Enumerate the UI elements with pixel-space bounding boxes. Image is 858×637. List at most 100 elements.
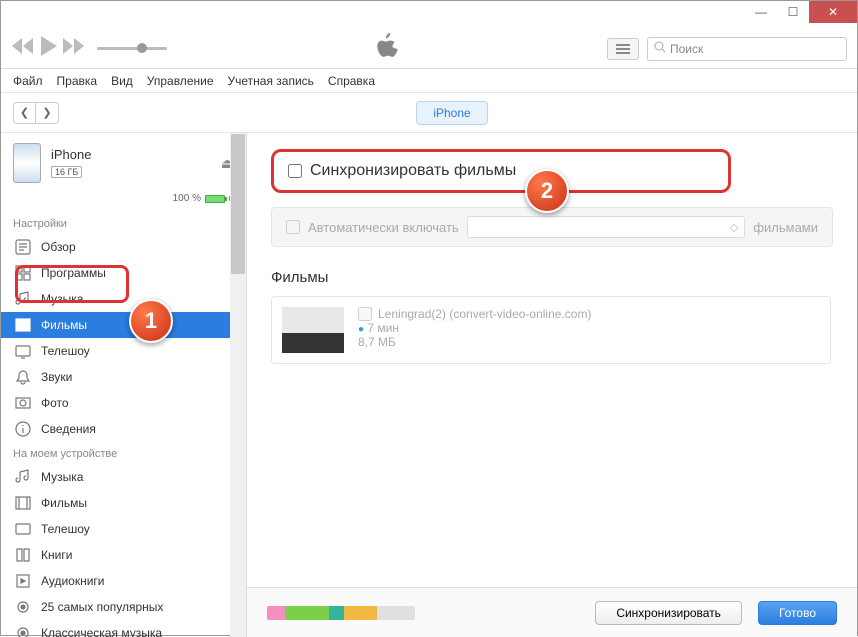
sidebar-scrollbar[interactable]	[230, 133, 246, 637]
battery-percent: 100 %	[173, 193, 201, 204]
next-track-button[interactable]	[63, 38, 85, 59]
menu-view[interactable]: Вид	[111, 74, 133, 88]
battery-status: 100 % ▸	[1, 193, 246, 212]
search-icon	[654, 41, 666, 56]
sync-movies-row: Синхронизировать фильмы	[271, 149, 731, 193]
storage-bar	[267, 606, 415, 620]
sync-button[interactable]: Синхронизировать	[595, 601, 742, 625]
film-list-item[interactable]: Leningrad(2) (convert-video-online.com) …	[271, 296, 831, 364]
sidebar-ondevice-books[interactable]: Книги	[1, 542, 246, 568]
film-thumbnail	[282, 307, 344, 353]
play-button[interactable]	[39, 36, 57, 61]
sidebar-ondevice-classical[interactable]: Классическая музыка	[1, 620, 246, 637]
sidebar-item-label: Телешоу	[41, 522, 90, 536]
sidebar-ondevice-music[interactable]: Музыка	[1, 464, 246, 490]
photo-icon	[15, 395, 31, 411]
menu-controls[interactable]: Управление	[147, 74, 214, 88]
summary-icon	[15, 239, 31, 255]
done-button[interactable]: Готово	[758, 601, 837, 625]
sidebar-item-label: Фото	[41, 396, 69, 410]
playback-bar: Поиск	[1, 29, 857, 69]
sync-movies-label: Синхронизировать фильмы	[310, 162, 516, 180]
close-button[interactable]: ✕	[809, 1, 857, 23]
film-checkbox[interactable]	[358, 307, 372, 321]
sidebar-item-music[interactable]: Музыка	[1, 286, 246, 312]
tv-icon	[15, 343, 31, 359]
music-icon	[15, 291, 31, 307]
sidebar-item-summary[interactable]: Обзор	[1, 234, 246, 260]
sidebar-item-label: Музыка	[41, 292, 83, 306]
audiobook-icon	[15, 573, 31, 589]
search-input[interactable]: Поиск	[647, 37, 847, 61]
sidebar-ondevice-top25[interactable]: 25 самых популярных	[1, 594, 246, 620]
bottom-bar: Синхронизировать Готово	[247, 587, 857, 637]
apple-logo-icon	[376, 33, 398, 64]
film-size: 8,7 МБ	[358, 335, 591, 349]
sidebar-item-label: Сведения	[41, 422, 96, 436]
auto-include-checkbox[interactable]	[286, 220, 300, 234]
maximize-button[interactable]: ☐	[777, 1, 809, 23]
sidebar-item-tv[interactable]: Телешоу	[1, 338, 246, 364]
sidebar-ondevice-audiobooks[interactable]: Аудиокниги	[1, 568, 246, 594]
callout-1: 1	[129, 299, 173, 343]
auto-include-label: Автоматически включать	[308, 220, 459, 235]
auto-include-select[interactable]: ◇	[467, 216, 746, 238]
prev-track-button[interactable]	[11, 38, 33, 59]
sidebar-item-label: 25 самых популярных	[41, 600, 163, 614]
menu-file[interactable]: Файл	[13, 74, 43, 88]
sidebar-item-label: Программы	[41, 266, 106, 280]
films-icon	[15, 317, 31, 333]
bell-icon	[15, 369, 31, 385]
sidebar-item-info[interactable]: Сведения	[1, 416, 246, 442]
film-duration: 7 мин	[367, 321, 399, 335]
sidebar-item-label: Обзор	[41, 240, 76, 254]
book-icon	[15, 547, 31, 563]
battery-icon	[205, 195, 225, 203]
apps-icon	[15, 265, 31, 281]
sidebar-item-sounds[interactable]: Звуки	[1, 364, 246, 390]
sidebar-item-films[interactable]: Фильмы	[1, 312, 246, 338]
minimize-button[interactable]: —	[745, 1, 777, 23]
device-capacity: 16 ГБ	[51, 166, 82, 178]
sidebar-item-label: Классическая музыка	[41, 626, 162, 637]
nav-back-button[interactable]: ❮	[14, 103, 36, 123]
sidebar-item-photos[interactable]: Фото	[1, 390, 246, 416]
sidebar-ondevice-tv[interactable]: Телешоу	[1, 516, 246, 542]
sidebar-settings-header: Настройки	[1, 212, 246, 234]
info-icon	[15, 421, 31, 437]
film-title: Leningrad(2) (convert-video-online.com)	[378, 307, 591, 321]
films-icon	[15, 495, 31, 511]
auto-include-suffix: фильмами	[753, 220, 818, 235]
films-section-header: Фильмы	[271, 269, 833, 286]
unwatched-dot-icon: ●	[358, 324, 364, 335]
device-header[interactable]: iPhone 16 ГБ ⏏	[1, 133, 246, 193]
music-icon	[15, 469, 31, 485]
device-name: iPhone	[51, 147, 211, 162]
sidebar-ondevice-header: На моем устройстве	[1, 442, 246, 464]
menu-edit[interactable]: Правка	[57, 74, 98, 88]
auto-include-row: Автоматически включать ◇ фильмами	[271, 207, 833, 247]
search-placeholder: Поиск	[670, 42, 703, 56]
sidebar-item-label: Телешоу	[41, 344, 90, 358]
breadcrumb-row: ❮ ❯ iPhone	[1, 93, 857, 133]
sync-movies-checkbox[interactable]	[288, 164, 302, 178]
menu-bar: Файл Правка Вид Управление Учетная запис…	[1, 69, 857, 93]
sidebar-item-label: Фильмы	[41, 318, 87, 332]
sidebar-item-label: Аудиокниги	[41, 574, 105, 588]
sidebar-item-label: Фильмы	[41, 496, 87, 510]
gear-icon	[15, 599, 31, 615]
window-controls: — ☐ ✕	[1, 1, 857, 29]
callout-2: 2	[525, 169, 569, 213]
device-thumbnail-icon	[13, 143, 41, 183]
list-view-button[interactable]	[607, 38, 639, 60]
gear-icon	[15, 625, 31, 637]
volume-slider[interactable]	[97, 47, 167, 50]
breadcrumb-device[interactable]: iPhone	[416, 101, 487, 125]
sidebar-item-apps[interactable]: Программы	[1, 260, 246, 286]
menu-help[interactable]: Справка	[328, 74, 375, 88]
sidebar-item-label: Музыка	[41, 470, 83, 484]
nav-forward-button[interactable]: ❯	[36, 103, 58, 123]
tv-icon	[15, 521, 31, 537]
sidebar-ondevice-films[interactable]: Фильмы	[1, 490, 246, 516]
menu-account[interactable]: Учетная запись	[228, 74, 314, 88]
